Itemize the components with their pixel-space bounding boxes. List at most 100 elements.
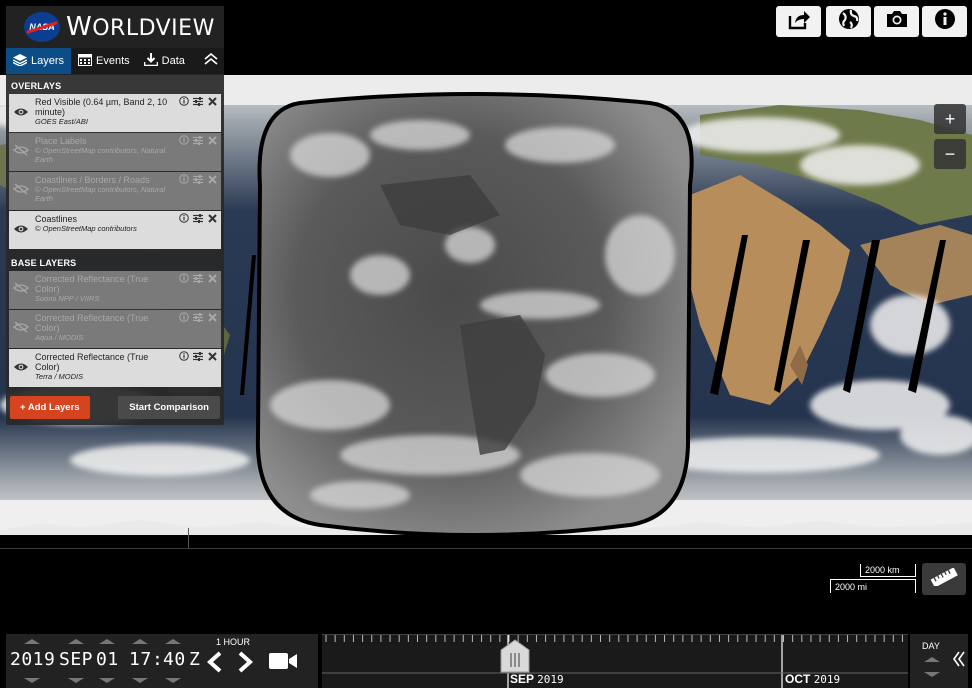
timeline-track[interactable]: SEP 2019 OCT 2019 <box>322 634 908 688</box>
year-down-arrow[interactable] <box>24 678 40 683</box>
layer-item[interactable]: Red Visible (0.64 µm, Band 2, 10 minute)… <box>9 94 221 132</box>
tab-events[interactable]: Events <box>71 48 137 74</box>
layer-title: Corrected Reflectance (True Color) <box>35 274 149 294</box>
layer-options-button[interactable] <box>193 175 203 185</box>
layer-item[interactable]: Coastlines / Borders / Roads © OpenStreet… <box>9 172 221 210</box>
collapse-sidebar-button[interactable] <box>198 48 224 74</box>
minute-down-arrow[interactable] <box>165 678 181 683</box>
minute-up-arrow[interactable] <box>165 639 181 644</box>
remove-layer-button[interactable] <box>207 97 217 107</box>
layer-info-button[interactable] <box>179 135 189 146</box>
info-button[interactable] <box>922 6 967 37</box>
remove-layer-button[interactable] <box>207 214 217 224</box>
layer-options-button[interactable] <box>193 97 203 107</box>
next-interval-button[interactable] <box>236 651 254 680</box>
ruler-icon <box>930 566 958 591</box>
previous-interval-button[interactable] <box>206 651 224 680</box>
timeline-zoom-down[interactable] <box>924 672 940 677</box>
base-layer-list: Corrected Reflectance (True Color) Suomi … <box>9 271 221 387</box>
projection-button[interactable] <box>826 6 871 37</box>
visibility-toggle[interactable] <box>9 310 33 348</box>
share-button[interactable] <box>776 6 821 37</box>
info-icon <box>934 8 956 35</box>
layer-options-button[interactable] <box>193 214 203 224</box>
info-icon <box>179 348 189 366</box>
layer-source: Aqua / MODIS <box>35 333 84 342</box>
layer-item[interactable]: Corrected Reflectance (True Color) Aqua /… <box>9 310 221 348</box>
minute-input[interactable]: 40 <box>163 649 186 670</box>
hour-up-arrow[interactable] <box>132 639 148 644</box>
remove-layer-button[interactable] <box>207 274 217 284</box>
layer-info-button[interactable] <box>179 96 189 107</box>
tab-label: Layers <box>31 55 65 67</box>
overlay-list: Red Visible (0.64 µm, Band 2, 10 minute)… <box>9 94 221 249</box>
layer-item[interactable]: Place Labels © OpenStreetMap contributors… <box>9 133 221 171</box>
timezone-label: Z <box>189 649 201 670</box>
visibility-toggle[interactable] <box>9 211 33 249</box>
day-input[interactable]: 01 <box>96 649 119 670</box>
snapshot-button[interactable] <box>874 6 919 37</box>
year-input[interactable]: 2019 <box>10 649 55 670</box>
layer-source: Suomi NPP / VIIRS <box>35 294 100 303</box>
visibility-toggle[interactable] <box>9 172 33 210</box>
month-down-arrow[interactable] <box>68 678 84 683</box>
layer-source: GOES East/ABI <box>35 117 88 126</box>
layer-title: Coastlines / Borders / Roads <box>35 175 150 185</box>
tab-layers[interactable]: Layers <box>6 48 72 74</box>
layer-item[interactable]: Coastlines © OpenStreetMap contributors <box>9 211 221 249</box>
timeline-zoom-up[interactable] <box>924 657 940 662</box>
year-up-arrow[interactable] <box>24 639 40 644</box>
timeline-zoom-level[interactable]: DAY <box>922 641 940 651</box>
eye-icon <box>13 104 29 122</box>
close-icon <box>207 210 217 228</box>
day-down-arrow[interactable] <box>99 678 115 683</box>
collapse-timeline-button[interactable] <box>952 650 966 673</box>
layer-options-button[interactable] <box>193 352 203 362</box>
month-up-arrow[interactable] <box>68 639 84 644</box>
eye-slash-icon <box>13 281 29 299</box>
hour-down-arrow[interactable] <box>132 678 148 683</box>
visibility-toggle[interactable] <box>9 271 33 309</box>
start-comparison-button[interactable]: Start Comparison <box>118 396 220 419</box>
date-selector: 2019 SEP 01 17 : 40 Z 1 HOUR <box>6 634 318 688</box>
layer-info-button[interactable] <box>179 174 189 185</box>
measure-button[interactable] <box>922 563 966 595</box>
brand-header[interactable]: NASA WORLDVIEW <box>6 6 224 48</box>
interval-label[interactable]: 1 HOUR <box>216 637 250 647</box>
time-separator: : <box>152 649 164 670</box>
visibility-toggle[interactable] <box>9 94 33 132</box>
tab-label: Events <box>96 55 130 67</box>
month-input[interactable]: SEP <box>59 649 93 670</box>
remove-layer-button[interactable] <box>207 313 217 323</box>
layer-info-button[interactable] <box>179 351 189 362</box>
close-icon <box>207 309 217 327</box>
layers-panel: OVERLAYS Red Visible (0.64 µm, Band 2, 1… <box>6 74 224 425</box>
tab-label: Data <box>161 55 185 67</box>
layer-options-button[interactable] <box>193 313 203 323</box>
layer-item[interactable]: Corrected Reflectance (True Color) Terra … <box>9 349 221 387</box>
sidebar: NASA WORLDVIEW Layers Events Data OVERLA… <box>6 6 224 425</box>
layer-info-button[interactable] <box>179 312 189 323</box>
layer-source: © OpenStreetMap contributors <box>35 224 137 233</box>
remove-layer-button[interactable] <box>207 136 217 146</box>
layer-info-button[interactable] <box>179 213 189 224</box>
tab-data[interactable]: Data <box>137 48 192 74</box>
layer-source: Terra / MODIS <box>35 372 84 381</box>
zoom-in-button[interactable]: + <box>934 104 966 134</box>
add-layers-button[interactable]: + Add Layers <box>10 396 90 419</box>
remove-layer-button[interactable] <box>207 352 217 362</box>
hour-input[interactable]: 17 <box>129 649 152 670</box>
eye-slash-icon <box>13 320 29 338</box>
day-up-arrow[interactable] <box>99 639 115 644</box>
layer-options-button[interactable] <box>193 274 203 284</box>
month-label-oct: OCT 2019 <box>785 672 841 686</box>
layer-options-button[interactable] <box>193 136 203 146</box>
visibility-toggle[interactable] <box>9 133 33 171</box>
zoom-out-button[interactable]: − <box>934 139 966 169</box>
remove-layer-button[interactable] <box>207 175 217 185</box>
visibility-toggle[interactable] <box>9 349 33 387</box>
layer-item[interactable]: Corrected Reflectance (True Color) Suomi … <box>9 271 221 309</box>
animation-button[interactable] <box>268 650 298 678</box>
map-bottom-edge <box>0 548 972 549</box>
layer-info-button[interactable] <box>179 273 189 284</box>
